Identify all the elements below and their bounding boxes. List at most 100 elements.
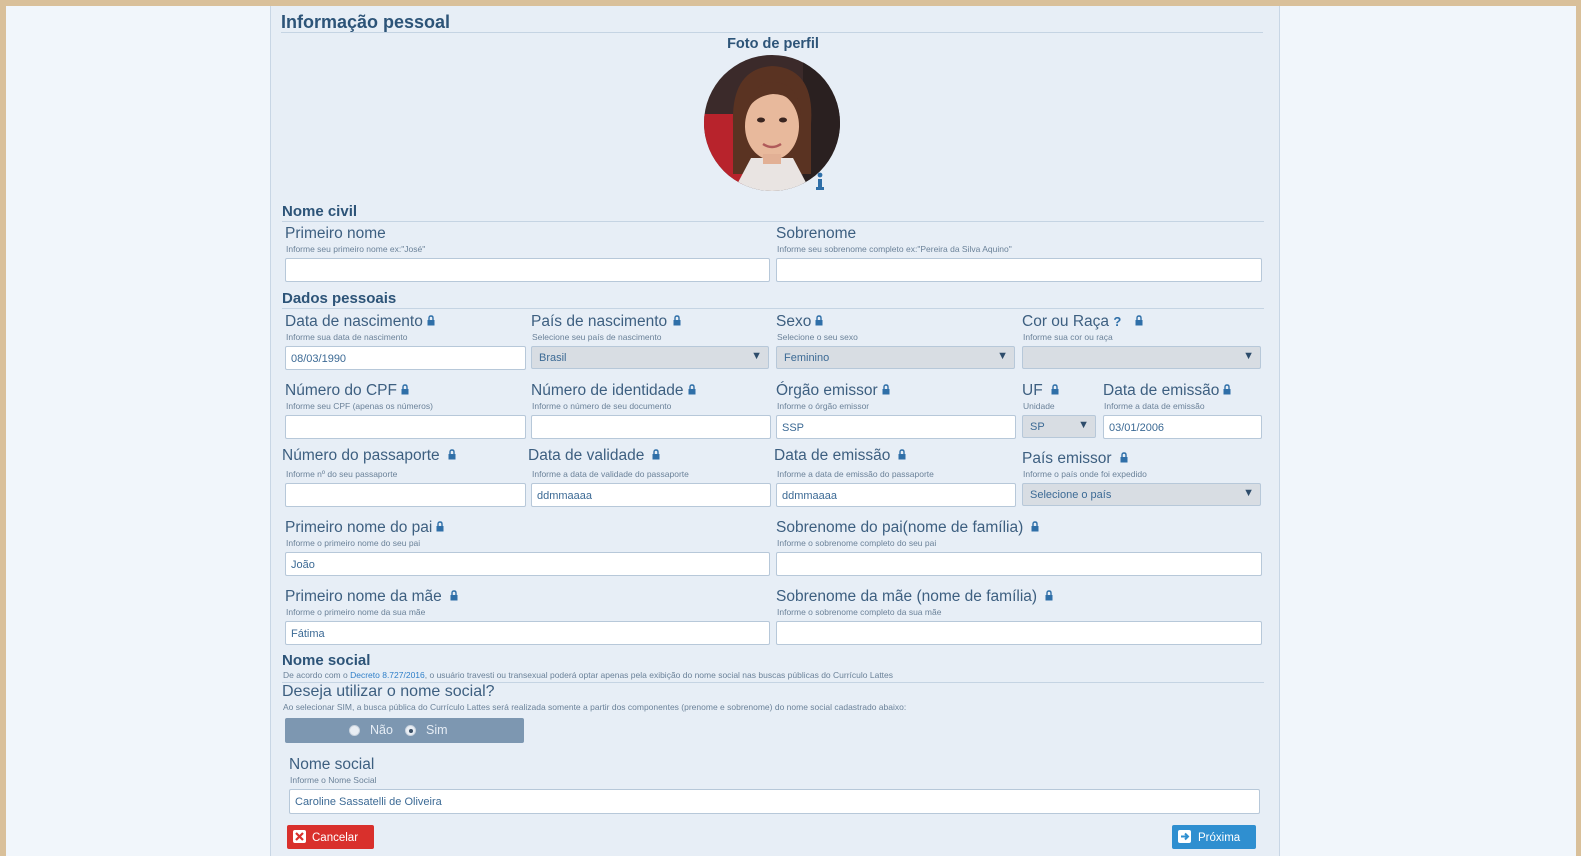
decreto-link[interactable]: Decreto 8.727/2016	[350, 670, 425, 680]
next-label: Próxima	[1198, 832, 1241, 844]
pais-emissor-select[interactable]: Selecione o país ▼	[1022, 483, 1261, 506]
mae-nome-input[interactable]: Fátima	[285, 621, 770, 645]
nome-social-input[interactable]: Caroline Sassatelli de Oliveira	[289, 789, 1260, 814]
pais-nascimento-label: País de nascimento	[531, 313, 668, 330]
cpf-label-wrap: Número do CPF	[285, 382, 409, 400]
info-icon[interactable]	[814, 172, 826, 192]
passaporte-label: Número do passaporte	[282, 447, 440, 464]
uf-select[interactable]: SP ▼	[1022, 415, 1096, 438]
mae-sobrenome-label-wrap: Sobrenome da mãe (nome de família)	[776, 588, 1053, 606]
pais-emissor-label-wrap: País emissor	[1022, 450, 1128, 468]
orgao-label-wrap: Órgão emissor	[776, 382, 890, 400]
nome-social-question: Deseja utilizar o nome social?	[282, 683, 495, 700]
radio-sim[interactable]	[405, 725, 416, 736]
lock-icon	[1135, 315, 1143, 326]
close-icon	[293, 830, 306, 843]
lock-icon	[401, 384, 409, 395]
pai-sobrenome-hint: Informe o sobrenome completo do seu pai	[777, 538, 937, 548]
chevron-down-icon: ▼	[751, 350, 762, 362]
note-text-end: , o usuário travesti ou transexual poder…	[424, 670, 894, 680]
sobrenome-hint: Informe seu sobrenome completo ex:"Perei…	[777, 244, 1012, 254]
primeiro-nome-input[interactable]	[285, 258, 770, 282]
sexo-value: Feminino	[784, 352, 830, 364]
dados-pessoais-divider	[282, 308, 1264, 309]
identidade-input[interactable]	[531, 415, 771, 439]
cancel-label: Cancelar	[312, 832, 359, 844]
radio-nao-label: Não	[370, 723, 393, 737]
pai-sobrenome-input[interactable]	[776, 552, 1262, 576]
primeiro-nome-hint: Informe seu primeiro nome ex:"José"	[286, 244, 426, 254]
nascimento-label-wrap: Data de nascimento	[285, 313, 435, 331]
nascimento-hint: Informe sua data de nascimento	[286, 332, 408, 342]
pai-nome-hint: Informe o primeiro nome do seu pai	[286, 538, 421, 548]
cor-raca-label-wrap: Cor ou Raça ?	[1022, 313, 1143, 331]
lock-icon	[436, 521, 444, 532]
validade-hint: Informe a data de validade do passaporte	[532, 469, 689, 479]
lock-icon	[688, 384, 696, 395]
section-title: Informação pessoal	[281, 12, 451, 32]
passaporte-input[interactable]	[285, 483, 526, 507]
lock-icon	[1223, 384, 1231, 395]
data-emissao-pass-label-wrap: Data de emissão	[774, 447, 906, 465]
pai-nome-input[interactable]: João	[285, 552, 770, 576]
data-emissao-id-label: Data de emissão	[1103, 382, 1220, 399]
nome-civil-divider	[282, 221, 1264, 222]
nascimento-label: Data de nascimento	[285, 313, 423, 330]
uf-label-wrap: UF	[1022, 382, 1059, 400]
chevron-down-icon: ▼	[1078, 419, 1089, 431]
lock-icon	[673, 315, 681, 326]
sexo-select[interactable]: Feminino ▼	[776, 346, 1015, 369]
arrow-right-icon	[1178, 830, 1191, 843]
cor-raca-select[interactable]: ▼	[1022, 346, 1261, 369]
cancel-button[interactable]: Cancelar	[287, 825, 374, 849]
chevron-down-icon: ▼	[1243, 350, 1254, 362]
pais-emissor-label: País emissor	[1022, 450, 1112, 467]
nascimento-input[interactable]: 08/03/1990	[285, 346, 526, 370]
cpf-hint: Informe seu CPF (apenas os números)	[286, 401, 433, 411]
next-button[interactable]: Próxima	[1172, 825, 1256, 849]
validade-input[interactable]: ddmmaaaa	[531, 483, 771, 507]
identidade-hint: Informe o número de seu documento	[532, 401, 672, 411]
lock-icon	[898, 449, 906, 460]
sexo-hint: Selecione o seu sexo	[777, 332, 858, 342]
nome-social-field-label: Nome social	[289, 756, 375, 773]
cor-raca-label: Cor ou Raça	[1022, 313, 1110, 330]
validade-label: Data de validade	[528, 447, 645, 464]
lock-icon	[1051, 384, 1059, 395]
help-icon[interactable]: ?	[1113, 314, 1121, 329]
uf-hint: Unidade	[1023, 401, 1055, 411]
data-emissao-pass-input[interactable]: ddmmaaaa	[776, 483, 1016, 507]
personal-info-panel: Informação pessoal Foto de perfil Nome c…	[270, 6, 1280, 856]
lock-icon	[815, 315, 823, 326]
sexo-label-wrap: Sexo	[776, 313, 823, 331]
window-left-border	[0, 0, 6, 856]
orgao-input[interactable]: SSP	[776, 415, 1016, 439]
mae-sobrenome-input[interactable]	[776, 621, 1262, 645]
identidade-label-wrap: Número de identidade	[531, 382, 696, 400]
radio-sim-label: Sim	[426, 723, 448, 737]
uf-value: SP	[1030, 421, 1045, 433]
nome-social-note: De acordo com o Decreto 8.727/2016, o us…	[283, 670, 893, 680]
pais-emissor-value: Selecione o país	[1030, 489, 1112, 501]
lock-icon	[882, 384, 890, 395]
sobrenome-input[interactable]	[776, 258, 1262, 282]
pais-nascimento-select[interactable]: Brasil ▼	[531, 346, 769, 369]
photo-label: Foto de perfil	[727, 36, 819, 52]
uf-label: UF	[1022, 382, 1043, 399]
data-emissao-pass-hint: Informe a data de emissão do passaporte	[777, 469, 934, 479]
radio-nao[interactable]	[349, 725, 360, 736]
pais-nascimento-value: Brasil	[539, 352, 567, 364]
pai-sobrenome-label-wrap: Sobrenome do pai(nome de família)	[776, 519, 1039, 537]
chevron-down-icon: ▼	[1243, 487, 1254, 499]
cpf-input[interactable]	[285, 415, 526, 439]
lock-icon	[652, 449, 660, 460]
sexo-label: Sexo	[776, 313, 812, 330]
passaporte-hint: Informe nº do seu passaporte	[286, 469, 398, 479]
lock-icon	[1120, 452, 1128, 463]
identidade-label: Número de identidade	[531, 382, 684, 399]
pai-nome-label: Primeiro nome do pai	[285, 519, 433, 536]
orgao-hint: Informe o órgão emissor	[777, 401, 870, 411]
data-emissao-id-input[interactable]: 03/01/2006	[1103, 415, 1262, 439]
section-divider	[281, 32, 1263, 33]
lock-icon	[1031, 521, 1039, 532]
